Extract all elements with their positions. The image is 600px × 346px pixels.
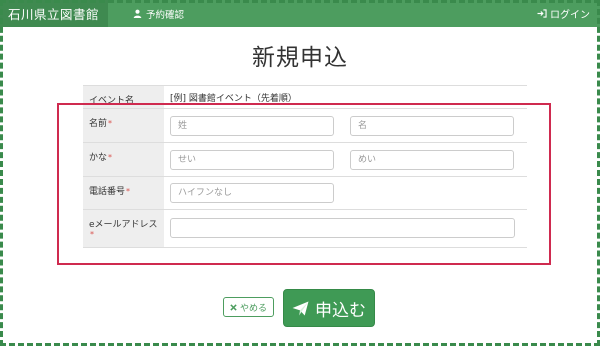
name-label: 名前 — [89, 119, 108, 129]
login-icon — [537, 9, 547, 18]
email-input[interactable] — [170, 218, 515, 238]
nav-reserve-link[interactable]: 予約確認 — [133, 7, 184, 21]
page-title: 新規申込 — [252, 45, 348, 71]
required-mark: * — [108, 153, 113, 162]
brand-logo[interactable]: 石川県立図書館 — [0, 0, 109, 27]
send-icon — [292, 300, 309, 316]
form-row-name: 名前* — [83, 108, 527, 142]
nav-login-link[interactable]: ログイン — [537, 6, 590, 21]
cancel-label: やめる — [239, 303, 267, 314]
form-row-event: イベント名 [例] 図書館イベント（先着順） — [83, 85, 527, 108]
required-mark: * — [126, 187, 131, 196]
nav-reserve-label: 予約確認 — [146, 9, 185, 21]
email-inputs — [164, 210, 527, 247]
email-label: eメールアドレス — [89, 220, 158, 230]
phone-inputs — [164, 177, 527, 209]
submit-label: 申込む — [315, 300, 366, 321]
navbar: 石川県立図書館 予約確認 ログイン — [0, 0, 600, 27]
first-name-input[interactable] — [350, 115, 514, 136]
kana-label-cell: かな* — [83, 143, 164, 176]
event-label: イベント名 — [83, 86, 164, 108]
phone-input[interactable] — [170, 183, 334, 203]
user-icon — [133, 9, 142, 18]
first-name-kana-input[interactable] — [350, 149, 514, 170]
name-label-cell: 名前* — [83, 109, 164, 142]
last-name-input[interactable] — [170, 115, 334, 136]
nav-login-label: ログイン — [550, 10, 590, 21]
phone-label: 電話番号 — [89, 187, 126, 197]
kana-label: かな — [89, 153, 108, 163]
last-name-kana-input[interactable] — [170, 149, 334, 170]
kana-inputs — [164, 143, 527, 176]
close-icon — [230, 303, 237, 311]
submit-button[interactable]: 申込む — [283, 289, 375, 327]
form-row-kana: かな* — [83, 142, 527, 176]
email-label-cell: eメールアドレス * — [83, 210, 164, 247]
form-row-phone: 電話番号* — [83, 176, 527, 209]
event-value: [例] 図書館イベント（先着順） — [170, 93, 297, 104]
required-mark: * — [90, 230, 94, 239]
application-form: イベント名 [例] 図書館イベント（先着順） 名前* かな* 電話番号* — [83, 85, 527, 248]
name-inputs — [164, 109, 527, 142]
form-row-email: eメールアドレス * — [83, 209, 527, 248]
cancel-button[interactable]: やめる — [223, 297, 274, 317]
required-mark: * — [108, 119, 113, 128]
phone-label-cell: 電話番号* — [83, 177, 164, 209]
